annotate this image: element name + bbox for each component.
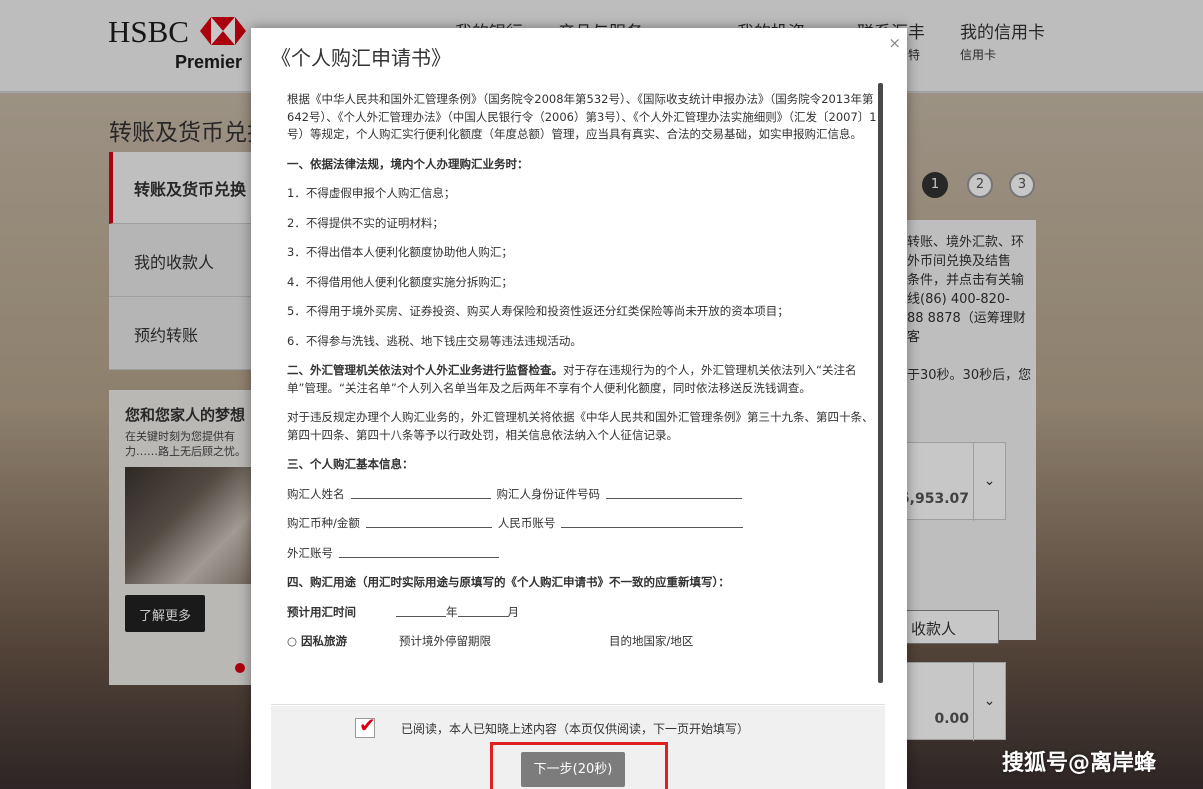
rmb-account-label: 人民币账号 [497, 516, 556, 530]
month-blank [457, 604, 508, 617]
intro-paragraph: 根据《中华人民共和国外汇管理条例》（国务院令2008年第532号）、《国际收支统… [287, 92, 877, 141]
rule-6: 6．不得参与洗钱、逃税、地下钱庄交易等违法违规活动。 [287, 333, 582, 348]
purpose-travel-option[interactable]: ○ 因私旅游 [287, 633, 399, 651]
section4-title: 四、购汇用途（用汇时实际用途与原填写的《个人购汇申请书》不一致的应重新填写）： [287, 575, 730, 589]
id-blank [606, 486, 742, 499]
section1-title: 一、依据法律法规，境内个人办理购汇业务时： [287, 156, 529, 171]
rmb-account-blank [561, 515, 744, 528]
section3-title: 三、个人购汇基本信息： [287, 457, 414, 471]
currency-blank [365, 515, 492, 528]
form-row-time: 预计用汇时间 年 月 [287, 604, 881, 622]
purpose-dest-label: 目的地国家/地区 [609, 634, 694, 648]
watermark-text: 搜狐号@离岸蜂 [1002, 751, 1157, 776]
purpose-stay-label: 预计境外停留期限 [399, 634, 491, 648]
name-label: 购汇人姓名 [287, 486, 345, 501]
document-scrollbar[interactable] [878, 83, 883, 683]
section2-title: 二、外汇管理机关依法对个人外汇业务进行监督检查。 [287, 363, 563, 377]
agree-checkbox[interactable]: ✔ [355, 713, 376, 738]
agree-label: 已阅读，本人已知晓上述内容（本页仅供阅读，下一页开始填写） [401, 722, 750, 736]
form-row-currency: 购汇币种/金额 人民币账号 [287, 515, 881, 533]
currency-label: 购汇币种/金额 [287, 516, 360, 530]
section2-penalty: 对于违反规定办理个人购汇业务的，外汇管理机关将依据《中华人民共和国外汇管理条例》… [287, 410, 874, 442]
id-label: 购汇人身份证件号码 [496, 486, 601, 501]
rule-3: 3．不得出借本人便利化额度协助他人购汇； [287, 245, 513, 259]
rule-4: 4．不得借用他人便利化额度实施分拆购汇； [287, 274, 513, 289]
fx-account-label: 外汇账号 [287, 545, 333, 560]
rule-1: 1．不得虚假申报个人购汇信息； [287, 186, 456, 200]
name-blank [350, 486, 491, 499]
rule-2: 2．不得提供不实的证明材料； [287, 215, 444, 230]
close-icon[interactable]: × [888, 34, 901, 52]
fx-account-blank [339, 545, 499, 558]
modal-title: 《个人购汇申请书》 [271, 46, 451, 70]
annotation-highlight-box [490, 742, 668, 789]
form-row-name: 购汇人姓名 购汇人身份证件号码 [287, 486, 881, 504]
planned-time-label: 预计用汇时间 [287, 604, 356, 619]
rule-5: 5．不得用于境外买房、证券投资、购买人寿保险和投资性返还分红类保险等尚未开放的资… [287, 304, 789, 318]
month-label: 月 [507, 604, 520, 619]
checkmark-icon: ✔ [359, 713, 376, 737]
modal-document-scroll[interactable]: 根据《中华人民共和国外汇管理条例》（国务院令2008年第532号）、《国际收支统… [271, 85, 885, 705]
year-label: 年 [446, 604, 458, 619]
purchase-application-modal: 《个人购汇申请书》 × 根据《中华人民共和国外汇管理条例》（国务院令2008年第… [251, 28, 907, 789]
section2-paragraph: 二、外汇管理机关依法对个人外汇业务进行监督检查。对于存在违规行为的个人，外汇管理… [287, 362, 881, 397]
year-blank [396, 604, 446, 617]
document-content: 根据《中华人民共和国外汇管理条例》（国务院令2008年第532号）、《国际收支统… [287, 91, 881, 663]
form-row-fx-account: 外汇账号 [287, 545, 881, 563]
form-row-purpose: ○ 因私旅游 预计境外停留期限 目的地国家/地区 [287, 633, 881, 651]
